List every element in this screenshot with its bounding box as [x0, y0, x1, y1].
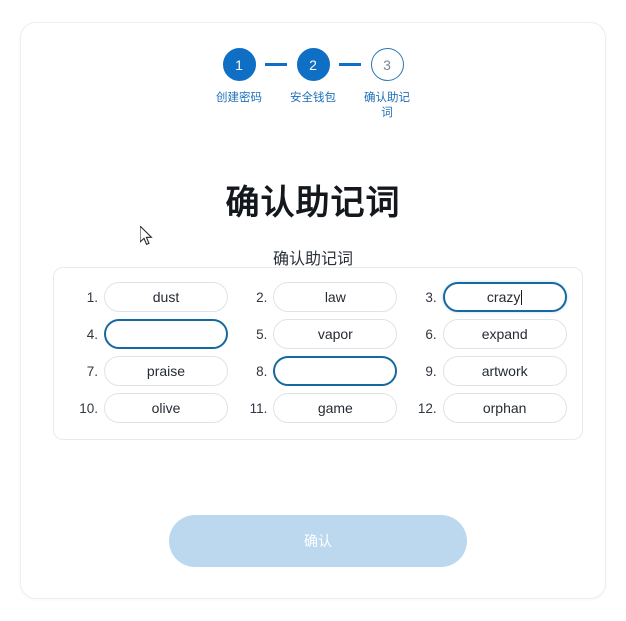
mnemonic-word-grid: 1. dust 2. law 3. crazy 4. 5. vapor 6. expand 7. pra…	[53, 267, 583, 440]
mnemonic-word-input-5[interactable]: vapor	[273, 319, 398, 349]
stepper-inner: 1 创建密码 2 安全钱包 3 确认助记词	[213, 48, 413, 121]
mnemonic-cell: 6. expand	[403, 319, 572, 349]
mnemonic-cell: 9. artwork	[403, 356, 572, 386]
stepper: 1 创建密码 2 安全钱包 3 确认助记词	[21, 48, 605, 121]
mnemonic-word-value: olive	[151, 400, 181, 416]
mnemonic-cell: 11. game	[233, 393, 402, 423]
mnemonic-index-label: 8.	[256, 363, 268, 379]
stepper-step-1[interactable]: 1 创建密码	[213, 48, 265, 106]
stepper-step-2[interactable]: 2 安全钱包	[287, 48, 339, 106]
mnemonic-word-value: dust	[152, 289, 180, 305]
mnemonic-cell: 1. dust	[64, 282, 233, 312]
confirm-button[interactable]: 确认	[169, 515, 467, 567]
mnemonic-index-label: 7.	[86, 363, 98, 379]
mnemonic-word-value: orphan	[482, 400, 527, 416]
step-3-circle: 3	[370, 48, 404, 81]
step-1-circle: 1	[222, 48, 256, 81]
mnemonic-word-input-2[interactable]: law	[273, 282, 398, 312]
mnemonic-index-label: 1.	[86, 289, 98, 305]
onboarding-card: 1 创建密码 2 安全钱包 3 确认助记词 确认助记词 确认助记词 1. dus…	[20, 22, 606, 599]
mnemonic-index-label: 3.	[425, 289, 437, 305]
mnemonic-word-input-9[interactable]: artwork	[442, 356, 567, 386]
page-subtitle: 确认助记词	[272, 251, 353, 268]
text-caret	[521, 289, 523, 305]
mnemonic-word-input-12[interactable]: orphan	[442, 393, 567, 423]
step-3-label: 确认助记词	[364, 92, 410, 119]
step-3-number: 3	[383, 56, 391, 73]
mnemonic-index-label: 5.	[256, 326, 268, 342]
mnemonic-word-value: law	[324, 289, 346, 305]
mnemonic-index-label: 6.	[425, 326, 437, 342]
step-2-circle: 2	[296, 48, 330, 81]
mnemonic-word-input-10[interactable]: olive	[104, 393, 228, 423]
mnemonic-word-input-8[interactable]	[273, 356, 398, 386]
mnemonic-word-value: crazy	[486, 289, 521, 305]
mnemonic-cell: 10. olive	[64, 393, 233, 423]
mnemonic-cell: 8.	[233, 356, 402, 386]
mnemonic-word-input-3[interactable]: crazy	[442, 282, 567, 312]
mnemonic-cell: 4.	[64, 319, 233, 349]
mnemonic-index-label: 11.	[249, 400, 268, 416]
mnemonic-index-label: 2.	[256, 289, 268, 305]
mnemonic-cell: 7. praise	[64, 356, 233, 386]
mnemonic-word-input-7[interactable]: praise	[104, 356, 228, 386]
mnemonic-index-label: 12.	[417, 400, 437, 416]
mnemonic-index-label: 4.	[86, 326, 98, 342]
step-1-label: 创建密码	[216, 92, 262, 104]
stepper-step-3[interactable]: 3 确认助记词	[361, 48, 413, 121]
mnemonic-cell: 5. vapor	[233, 319, 402, 349]
mnemonic-word-value: expand	[481, 326, 528, 342]
mnemonic-word-input-11[interactable]: game	[273, 393, 398, 423]
mnemonic-index-label: 10.	[79, 400, 98, 416]
step-2-label: 安全钱包	[290, 92, 336, 104]
mnemonic-word-input-6[interactable]: expand	[442, 319, 567, 349]
mnemonic-word-value: vapor	[317, 326, 353, 342]
mnemonic-word-input-1[interactable]: dust	[104, 282, 228, 312]
mnemonic-word-input-4[interactable]	[104, 319, 228, 349]
step-2-number: 2	[309, 56, 317, 73]
step-connector-1-2	[265, 63, 287, 66]
page-title: 确认助记词	[225, 184, 401, 222]
mnemonic-word-value: artwork	[481, 363, 528, 379]
confirm-button-label: 确认	[304, 533, 332, 549]
mnemonic-word-value: game	[317, 400, 353, 416]
step-connector-2-3	[339, 63, 361, 66]
mnemonic-word-value: praise	[146, 363, 186, 379]
mnemonic-cell: 3. crazy	[403, 282, 572, 312]
mnemonic-index-label: 9.	[425, 363, 437, 379]
step-1-number: 1	[235, 56, 243, 73]
mnemonic-cell: 2. law	[233, 282, 402, 312]
mnemonic-grid-rows: 1. dust 2. law 3. crazy 4. 5. vapor 6. expand 7. pra…	[64, 282, 572, 423]
mnemonic-cell: 12. orphan	[403, 393, 572, 423]
